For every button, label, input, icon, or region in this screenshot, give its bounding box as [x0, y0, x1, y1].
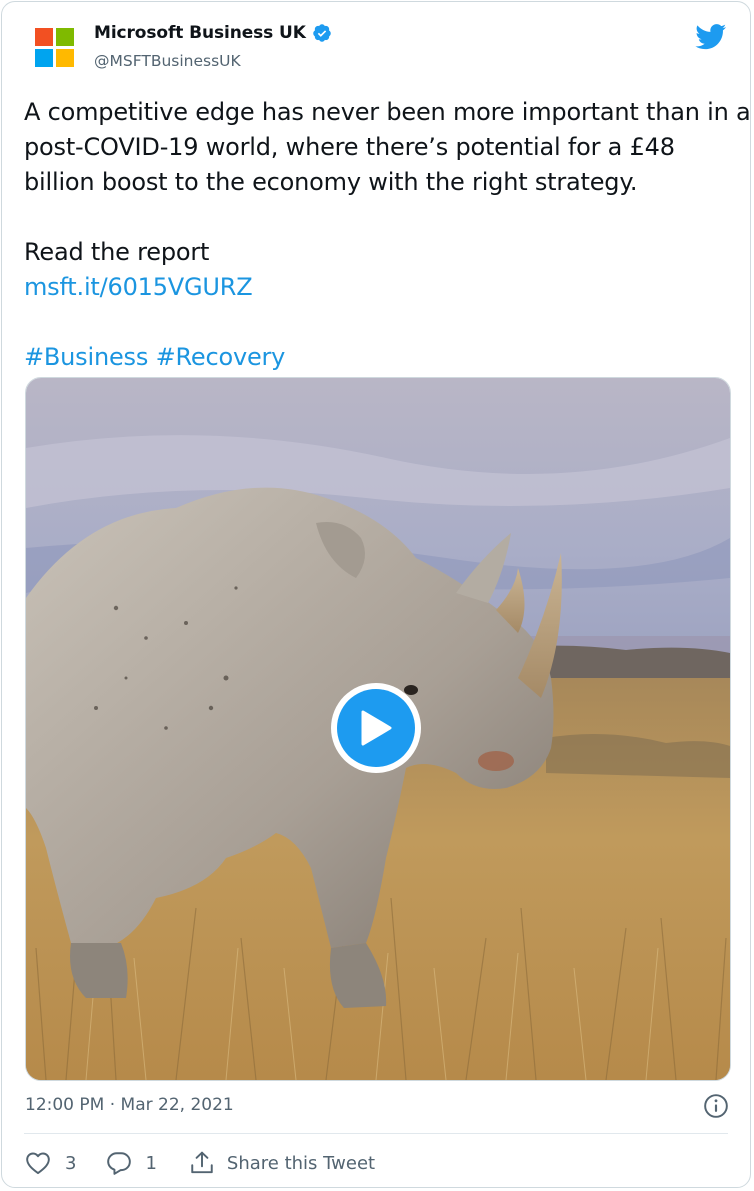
- tweet-text: A competitive edge has never been more i…: [24, 95, 751, 375]
- play-button[interactable]: [331, 683, 421, 773]
- info-icon[interactable]: [703, 1093, 729, 1119]
- action-divider: [24, 1133, 728, 1134]
- share-button[interactable]: Share this Tweet: [189, 1150, 375, 1176]
- twitter-bird-icon[interactable]: [695, 24, 727, 50]
- author-name-row[interactable]: Microsoft Business UK: [94, 23, 332, 43]
- logo-blue-square: [35, 49, 53, 67]
- author-display-name[interactable]: Microsoft Business UK: [94, 23, 306, 43]
- tweet-actions: 3 1 Share this Tweet: [25, 1148, 375, 1178]
- tweet-text-line-2: post-COVID-19 world, where there’s poten…: [24, 133, 675, 161]
- reply-button[interactable]: 1: [106, 1151, 157, 1175]
- hashtag-recovery[interactable]: #Recovery: [156, 343, 286, 371]
- reply-count: 1: [145, 1152, 157, 1174]
- verified-badge-icon: [313, 24, 331, 42]
- play-icon-circle: [337, 689, 415, 767]
- heart-icon: [26, 1152, 50, 1175]
- share-label: Share this Tweet: [226, 1152, 376, 1174]
- share-icon: [191, 1151, 213, 1174]
- microsoft-logo[interactable]: [35, 28, 75, 68]
- tweet-card: Microsoft Business UK @MSFTBusinessUK A …: [1, 1, 751, 1188]
- tweet-text-line-3: billion boost to the economy with the ri…: [24, 168, 638, 196]
- author-handle[interactable]: @MSFTBusinessUK: [94, 52, 241, 70]
- video-media[interactable]: [25, 377, 731, 1081]
- read-report-label: Read the report: [24, 238, 210, 266]
- report-link[interactable]: msft.it/6015VGURZ: [24, 273, 253, 301]
- like-button[interactable]: 3: [25, 1151, 76, 1175]
- logo-red-square: [35, 28, 53, 46]
- tweet-text-line-1: A competitive edge has never been more i…: [24, 98, 751, 126]
- like-count: 3: [65, 1152, 77, 1174]
- logo-green-square: [56, 28, 74, 46]
- tweet-timestamp[interactable]: 12:00 PM · Mar 22, 2021: [25, 1095, 234, 1115]
- hashtag-business[interactable]: #Business: [24, 343, 148, 371]
- logo-yellow-square: [56, 49, 74, 67]
- tweet-header: Microsoft Business UK @MSFTBusinessUK: [24, 22, 728, 78]
- reply-icon: [107, 1152, 132, 1175]
- play-icon: [361, 710, 392, 746]
